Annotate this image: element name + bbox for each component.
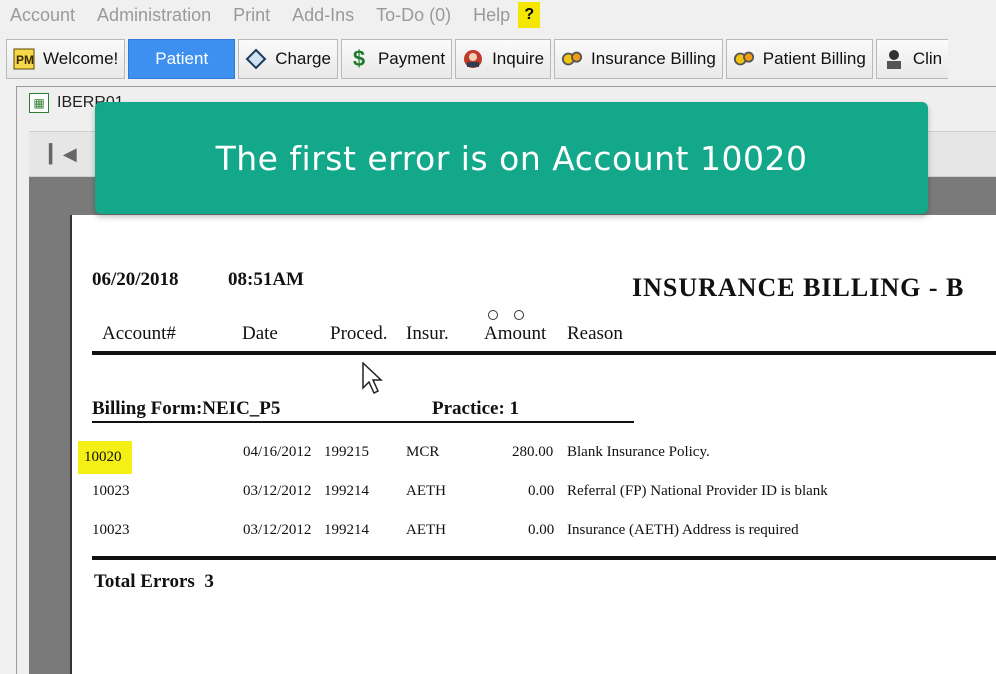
row-2-account[interactable]: 10023 <box>92 483 130 500</box>
row-1-proced: 199215 <box>324 444 369 460</box>
row-3-proced: 199214 <box>324 522 369 538</box>
col-account: Account# <box>102 323 176 344</box>
menu-help[interactable]: Help <box>473 5 510 26</box>
section-rule <box>92 421 634 423</box>
inquire-icon <box>462 48 484 70</box>
tutorial-callout: The first error is on Account 10020 <box>95 102 928 214</box>
report-date: 06/20/2018 <box>92 269 179 290</box>
row-2-reason: Referral (FP) National Provider ID is bl… <box>567 483 828 499</box>
menu-add-ins[interactable]: Add-Ins <box>292 5 354 26</box>
row-1-account[interactable]: 10020 <box>78 441 132 474</box>
row-3-insur: AETH <box>406 522 446 538</box>
report-page: 06/20/2018 08:51AM INSURANCE BILLING - B… <box>70 215 996 674</box>
clinician-icon <box>883 48 905 70</box>
patient-button[interactable]: Patient <box>128 39 236 79</box>
row-1-insur: MCR <box>406 444 440 460</box>
row-2-insur: AETH <box>406 483 446 499</box>
row-1-amount: 280.00 <box>512 444 554 460</box>
gears-icon <box>561 48 583 70</box>
inquire-label: Inquire <box>492 49 545 68</box>
marker-circle <box>488 310 498 320</box>
row-3-reason: Insurance (AETH) Address is required <box>567 522 799 538</box>
svg-text:PM: PM <box>16 53 34 67</box>
total-errors-label: Total Errors <box>94 571 195 592</box>
first-page-icon[interactable]: ▎◀ <box>49 144 77 165</box>
payment-label: Payment <box>377 49 446 68</box>
pm-logo-icon: PM <box>13 48 35 70</box>
diamond-icon <box>245 48 267 70</box>
col-reason: Reason <box>567 323 623 344</box>
insurance-billing-label: Insurance Billing <box>591 49 716 68</box>
row-1-reason: Blank Insurance Policy. <box>567 444 710 460</box>
toolbar: PM Welcome! Patient Charge $ Payment Inq… <box>0 38 996 80</box>
payment-button[interactable]: $ Payment <box>340 39 453 79</box>
welcome-label: Welcome! <box>43 49 119 68</box>
callout-text: The first error is on Account 10020 <box>215 138 808 178</box>
insurance-billing-button[interactable]: Insurance Billing <box>554 39 723 79</box>
practice-label: Practice: 1 <box>432 398 520 419</box>
footer-rule <box>92 556 996 560</box>
billing-form-label: Billing Form:NEIC_P5 <box>92 398 281 419</box>
gears-icon <box>733 48 755 70</box>
charge-label: Charge <box>275 49 331 68</box>
patient-billing-button[interactable]: Patient Billing <box>725 39 873 79</box>
mouse-pointer-icon <box>362 362 383 395</box>
row-3-account[interactable]: 10023 <box>92 522 130 539</box>
clinical-button[interactable]: Clin <box>875 39 949 79</box>
row-2-date: 03/12/2012 <box>243 483 312 499</box>
row-2-amount: 0.00 <box>528 483 555 499</box>
col-date: Date <box>242 323 278 344</box>
total-errors-value: 3 <box>204 571 214 592</box>
help-badge[interactable]: ? <box>518 2 541 28</box>
inquire-button[interactable]: Inquire <box>455 39 552 79</box>
marker-circle <box>514 310 524 320</box>
welcome-button[interactable]: PM Welcome! <box>6 39 126 79</box>
row-3-amount: 0.00 <box>528 522 555 538</box>
report-time: 08:51AM <box>228 269 304 290</box>
row-2-proced: 199214 <box>324 483 369 499</box>
patient-label: Patient <box>155 49 209 68</box>
col-insur: Insur. <box>406 323 449 344</box>
menu-administration[interactable]: Administration <box>97 5 211 26</box>
clinical-label: Clin <box>912 49 943 68</box>
row-3-date: 03/12/2012 <box>243 522 312 538</box>
report-title: INSURANCE BILLING - B <box>632 273 965 302</box>
col-amount: Amount <box>484 323 547 344</box>
row-1-date: 04/16/2012 <box>243 444 312 460</box>
menu-to-do[interactable]: To-Do (0) <box>376 5 451 26</box>
charge-button[interactable]: Charge <box>238 39 338 79</box>
menu-bar: Account Administration Print Add-Ins To-… <box>0 0 996 30</box>
report-icon: ▦ <box>29 93 49 113</box>
menu-account[interactable]: Account <box>10 5 75 26</box>
dollar-icon: $ <box>352 46 366 71</box>
col-proced: Proced. <box>330 323 388 344</box>
menu-print[interactable]: Print <box>233 5 270 26</box>
header-rule <box>92 351 996 355</box>
total-errors: Total Errors 3 <box>94 571 214 593</box>
patient-billing-label: Patient Billing <box>762 49 866 68</box>
